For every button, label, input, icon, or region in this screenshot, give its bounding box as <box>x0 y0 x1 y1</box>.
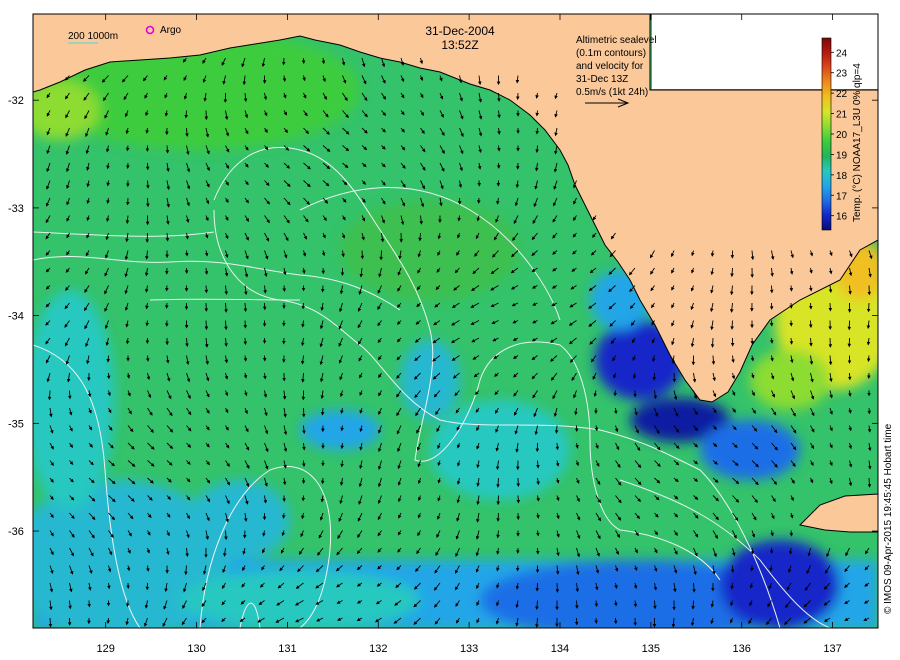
velocity-arrow <box>145 355 150 362</box>
velocity-arrow <box>711 355 716 365</box>
colorbar-tick-label: 20 <box>836 130 848 141</box>
velocity-arrow <box>867 477 872 488</box>
title-date: 31-Dec-2004 <box>425 24 495 38</box>
velocity-arrow <box>106 617 111 625</box>
velocity-arrow <box>204 320 209 331</box>
x-tick-label: 136 <box>733 643 751 655</box>
velocity-arrow <box>788 547 793 555</box>
velocity-arrow <box>535 110 539 117</box>
altimetry-line-3: and velocity for <box>576 61 644 72</box>
velocity-arrow <box>575 600 579 609</box>
altimetry-line-1: Altimetric sealevel <box>576 35 657 46</box>
depth-legend-label: 200 1000m <box>68 31 118 42</box>
y-tick-label: -34 <box>8 311 24 323</box>
colorbar-tick-label: 21 <box>836 110 848 121</box>
argo-legend-label: Argo <box>160 25 182 36</box>
x-tick-label: 132 <box>369 643 387 655</box>
velocity-arrow <box>125 600 130 608</box>
velocity-arrow <box>360 250 365 260</box>
altimetry-line-4: 31-Dec 13Z <box>576 74 628 85</box>
velocity-arrow <box>497 92 501 102</box>
velocity-arrow <box>516 495 521 504</box>
velocity-arrow <box>48 617 53 628</box>
colorbar-tick-label: 24 <box>836 48 848 59</box>
velocity-arrow <box>243 302 248 313</box>
map-area <box>33 14 878 628</box>
y-tick-label: -36 <box>8 526 24 538</box>
velocity-arrow <box>789 285 794 292</box>
velocity-arrow <box>146 180 150 189</box>
colorbar-tick-label: 16 <box>836 212 848 223</box>
x-tick-label: 131 <box>278 643 296 655</box>
x-tick-label: 130 <box>187 643 205 655</box>
velocity-arrow <box>769 337 774 344</box>
colorbar-tick-label: 22 <box>836 89 848 100</box>
velocity-arrow <box>555 442 560 451</box>
velocity-arrow <box>614 407 618 415</box>
colorbar-label: Temp. (°C) NOAA17_L3U 0% qlp=4 <box>852 63 863 222</box>
sst-map: 31-Dec-2004 13:52Z 200 1000m Argo Altime… <box>8 13 894 655</box>
velocity-arrow <box>554 425 559 434</box>
velocity-arrow <box>710 337 715 348</box>
altimetry-line-2: (0.1m contours) <box>576 48 646 59</box>
x-tick-label: 129 <box>97 643 115 655</box>
velocity-arrow <box>496 512 500 522</box>
velocity-arrow <box>146 197 150 208</box>
velocity-arrow <box>301 460 306 468</box>
y-tick-label: -35 <box>8 418 24 430</box>
x-tick-label: 135 <box>642 643 660 655</box>
credit-text: © IMOS 09-Apr-2015 19:45:45 Hobart time <box>883 423 894 614</box>
y-tick-label: -33 <box>8 203 24 215</box>
velocity-arrow <box>47 390 52 401</box>
velocity-arrow <box>496 477 500 488</box>
velocity-arrow <box>789 530 794 537</box>
velocity-arrow <box>515 565 520 572</box>
velocity-arrow <box>184 110 188 119</box>
velocity-arrow <box>281 512 286 519</box>
velocity-arrow <box>204 285 209 294</box>
colorbar-tick-label: 18 <box>836 171 848 182</box>
velocity-arrow <box>691 600 695 610</box>
colorbar-tick-label: 17 <box>836 191 848 202</box>
velocity-arrow <box>106 355 110 363</box>
velocity-arrow <box>730 320 734 330</box>
velocity-arrow <box>185 250 189 257</box>
velocity-arrow <box>535 127 540 135</box>
title-time: 13:52Z <box>441 38 478 52</box>
y-tick-label: -32 <box>8 95 24 107</box>
altimetry-line-5: 0.5m/s (1kt 24h) <box>576 87 648 98</box>
x-tick-label: 137 <box>823 643 841 655</box>
x-tick-label: 133 <box>460 643 478 655</box>
colorbar-tick-label: 23 <box>836 69 848 80</box>
colorbar-bar <box>821 37 832 231</box>
velocity-arrow <box>866 355 871 363</box>
colorbar-tick-label: 19 <box>836 150 848 161</box>
x-tick-label: 134 <box>551 643 569 655</box>
velocity-arrow <box>320 407 325 416</box>
